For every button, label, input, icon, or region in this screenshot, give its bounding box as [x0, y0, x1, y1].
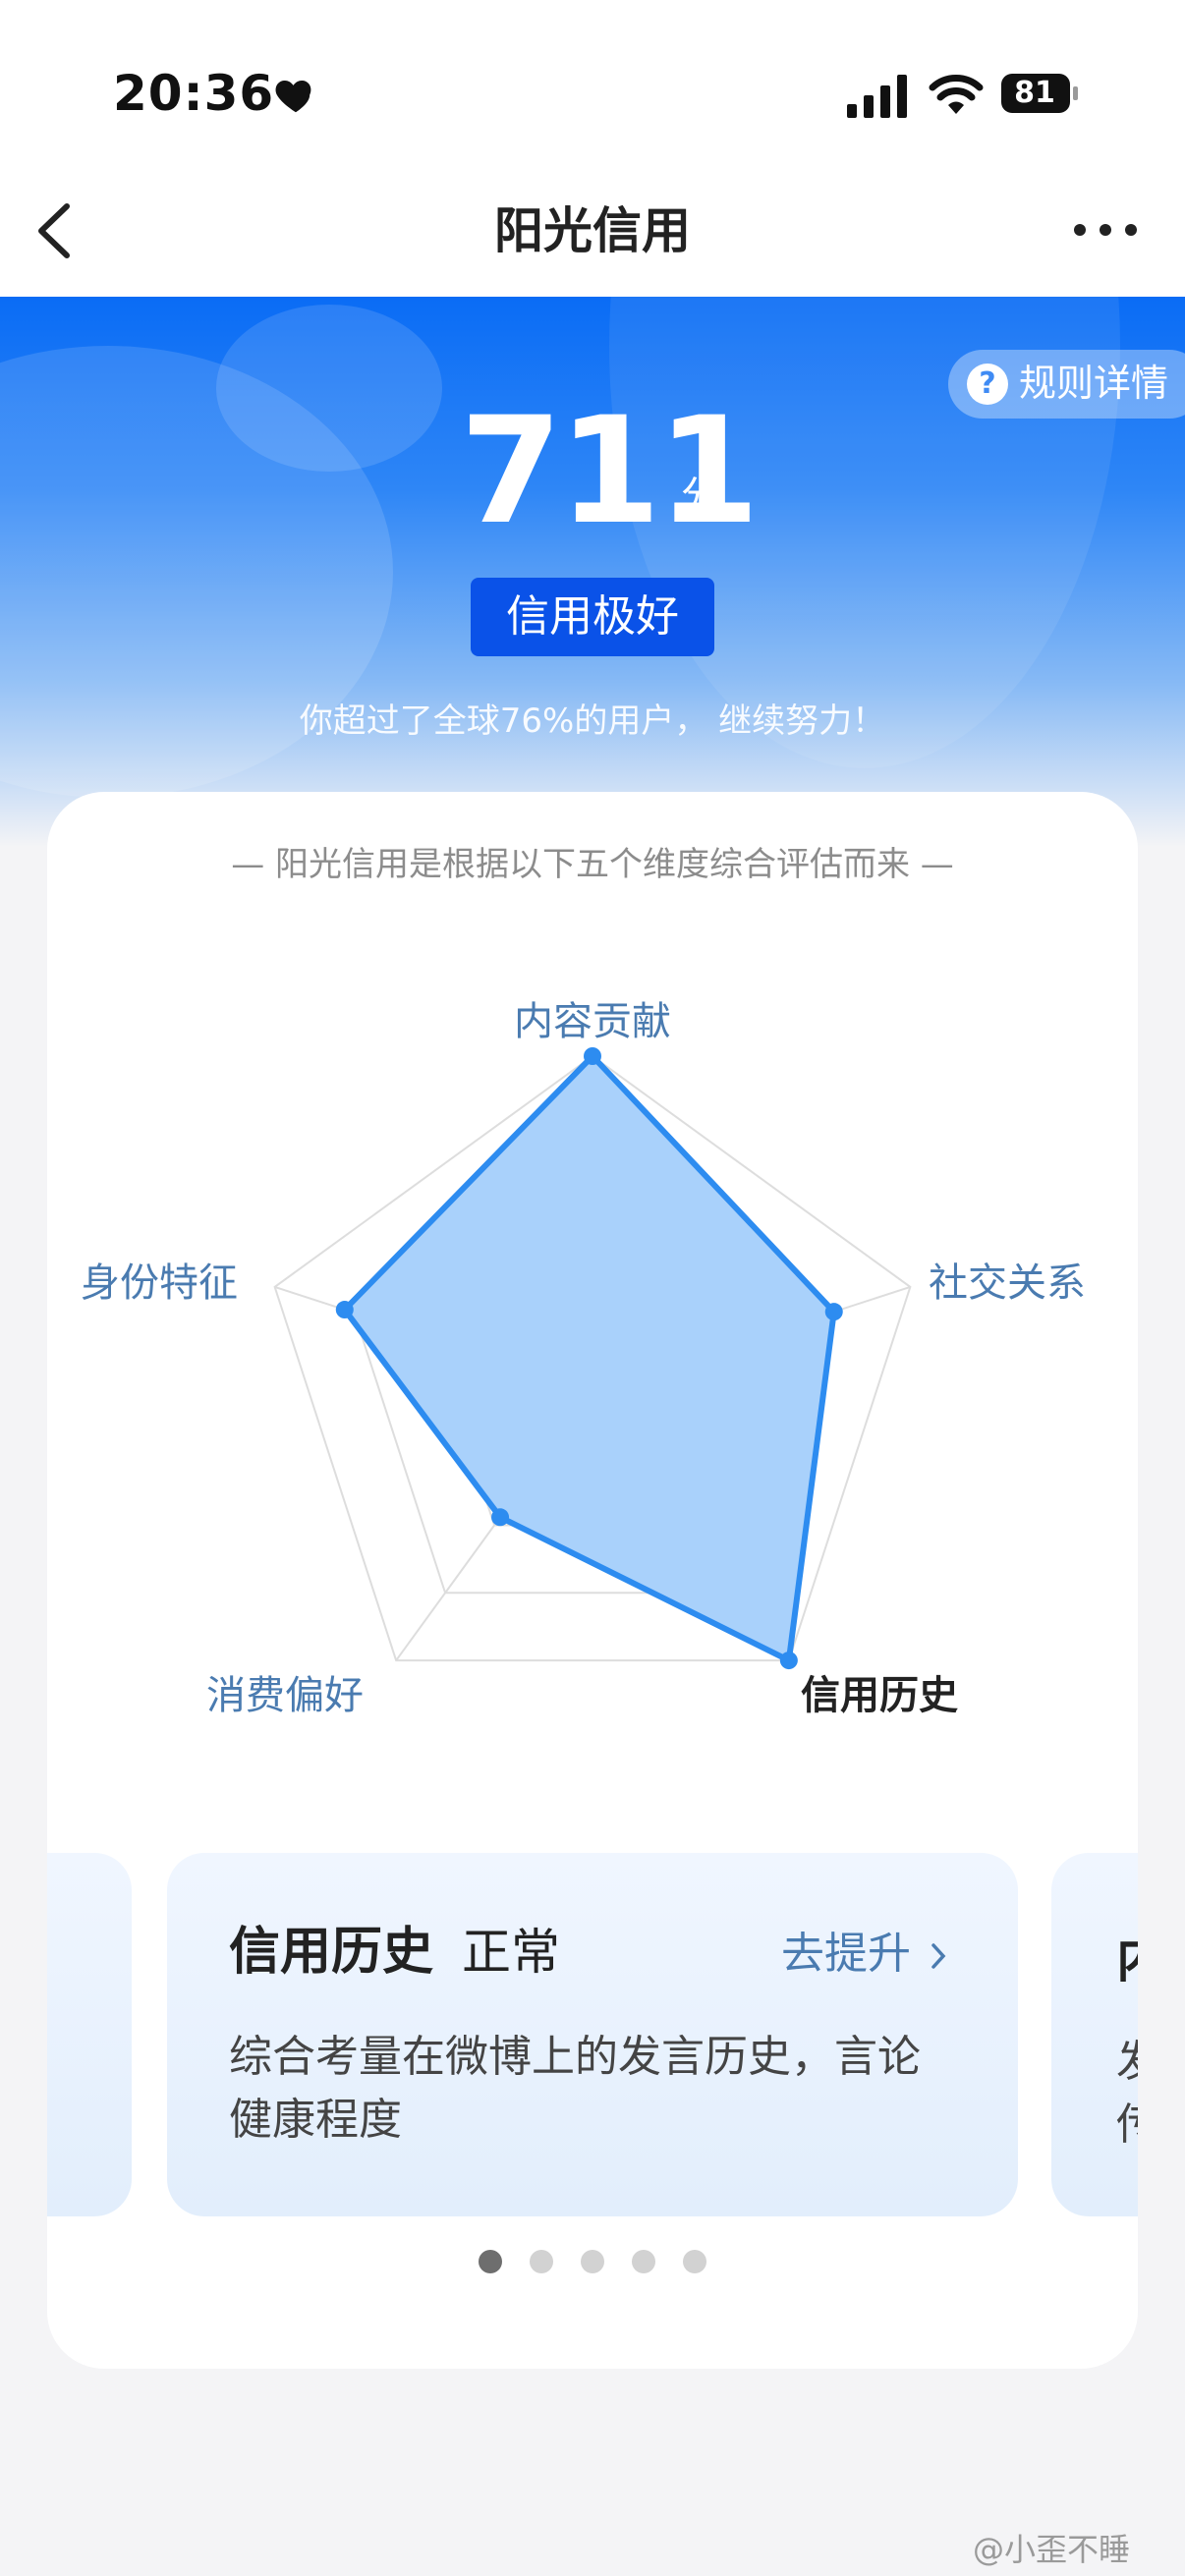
next-detail-line: 发 [1116, 2026, 1138, 2089]
prev-detail-card[interactable] [47, 1853, 132, 2216]
axis-label-content[interactable]: 内容贡献 [514, 994, 671, 1049]
question-icon: ? [967, 364, 1008, 405]
battery-level: 81 [1014, 76, 1055, 110]
heart-icon [275, 81, 311, 113]
decor-bubble [216, 305, 442, 472]
axis-label-credit-history[interactable]: 信用历史 [801, 1668, 958, 1723]
radar-point [491, 1508, 510, 1527]
rules-detail-label[interactable]: 规则详情 [1019, 358, 1168, 409]
radar-area [341, 1053, 837, 1664]
pagination-dot[interactable] [530, 2250, 553, 2273]
ranking-text: 你超过了全球76%的用户， 继续努力！ [299, 701, 886, 741]
card-subtitle: — 阳光信用是根据以下五个维度综合评估而来 — [231, 845, 954, 884]
radar-point [779, 1652, 798, 1670]
more-icon[interactable] [1071, 218, 1140, 242]
detail-status: 正常 [462, 1924, 560, 1981]
axis-label-consumption[interactable]: 消费偏好 [206, 1668, 364, 1723]
radar-chart [273, 1047, 912, 1670]
radar-point [584, 1047, 601, 1065]
page-title: 阳光信用 [494, 202, 691, 259]
pagination-dot[interactable] [581, 2250, 604, 2273]
improve-link[interactable]: 去提升 [781, 1924, 911, 1985]
pagination-dot[interactable] [683, 2250, 706, 2273]
status-time: 20:36 [113, 65, 275, 122]
radar-point [824, 1303, 843, 1321]
radar-point [335, 1301, 354, 1319]
pagination-dot[interactable] [479, 2250, 502, 2273]
next-detail-line: 传 [1116, 2089, 1138, 2152]
credit-level-badge: 信用极好 [471, 578, 714, 656]
watermark: @小歪不睡 [973, 2531, 1131, 2568]
pagination-dot[interactable] [632, 2250, 655, 2273]
chevron-right-icon[interactable] [929, 1941, 948, 1971]
detail-description: 综合考量在微博上的发言历史，言论健康程度 [229, 2032, 921, 2145]
detail-title: 信用历史 [229, 1923, 434, 1982]
next-detail-title: 内 [1116, 1918, 1138, 1991]
score-unit: 分 [681, 474, 720, 519]
wifi-icon [929, 75, 984, 114]
axis-label-identity[interactable]: 身份特征 [81, 1256, 238, 1311]
signal-icon [847, 75, 907, 118]
axis-label-social[interactable]: 社交关系 [929, 1256, 1086, 1311]
next-detail-peek: 内 发 传 [1051, 1853, 1138, 2216]
